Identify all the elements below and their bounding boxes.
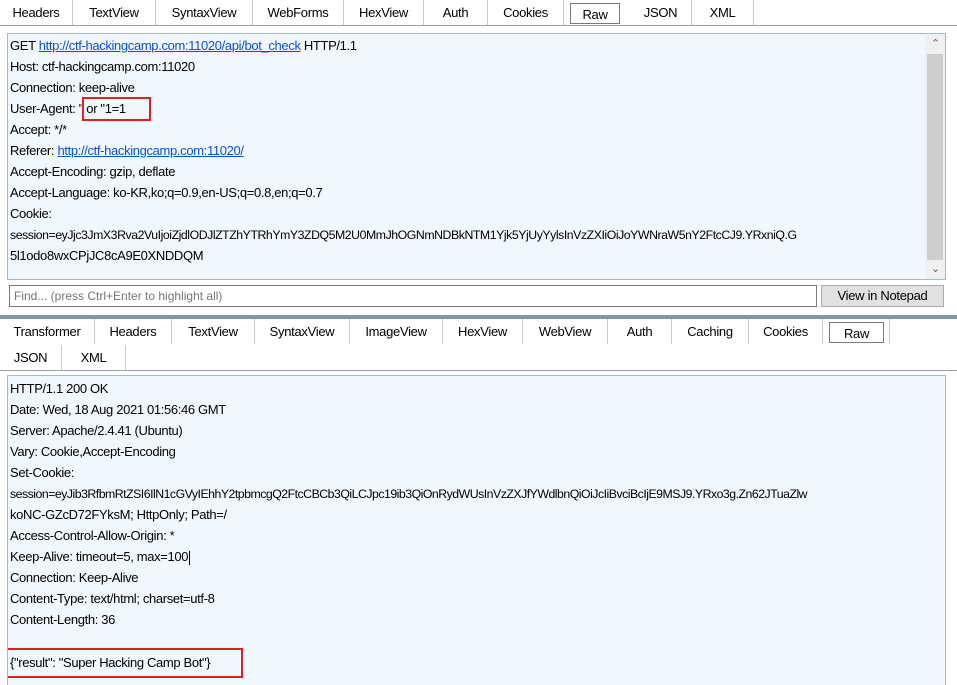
- response-body: {"result": "Super Hacking Camp Bot"}: [10, 655, 211, 670]
- request-line: GET http://ctf-hackingcamp.com:11020/api…: [10, 36, 357, 56]
- tab-request-json[interactable]: JSON: [630, 0, 692, 25]
- header-user-agent: User-Agent: " or "1=1: [10, 99, 126, 119]
- find-input[interactable]: [9, 285, 817, 307]
- referer-link[interactable]: http://ctf-hackingcamp.com:11020/: [57, 143, 244, 158]
- response-header-acao: Access-Control-Allow-Origin: *: [10, 528, 175, 543]
- response-tab-bar-row-1: Transformer Headers TextView SyntaxView …: [0, 319, 957, 345]
- tab-response-caching[interactable]: Caching: [672, 319, 749, 344]
- text-caret: [189, 550, 191, 565]
- tab-request-hexview[interactable]: HexView: [344, 0, 424, 25]
- tab-request-auth[interactable]: Auth: [424, 0, 488, 25]
- response-session-line-1: session=eyJib3RfbmRtZSI6IlN1cGVyIEhhY2tp…: [10, 487, 808, 501]
- keep-alive-text: Keep-Alive: timeout=5, max=100: [10, 549, 189, 564]
- tab-response-textview[interactable]: TextView: [172, 319, 255, 344]
- header-host: Host: ctf-hackingcamp.com:11020: [10, 59, 195, 74]
- tab-request-syntaxview[interactable]: SyntaxView: [156, 0, 253, 25]
- tab-request-xml[interactable]: XML: [692, 0, 754, 25]
- tab-response-spacer: [884, 319, 890, 344]
- tab-response-imageview[interactable]: ImageView: [350, 319, 443, 344]
- header-connection: Connection: keep-alive: [10, 80, 135, 95]
- response-session-line-2: koNC-GZcD72FYksM; HttpOnly; Path=/: [10, 507, 227, 522]
- response-header-connection: Connection: Keep-Alive: [10, 570, 139, 585]
- tab-request-headers[interactable]: Headers: [0, 0, 73, 25]
- scroll-down-icon[interactable]: ⌄: [927, 261, 944, 278]
- header-cookie: Cookie:: [10, 206, 52, 221]
- response-header-server: Server: Apache/2.4.41 (Ubuntu): [10, 423, 183, 438]
- request-method: GET: [10, 38, 36, 53]
- tab-request-textview[interactable]: TextView: [73, 0, 156, 25]
- response-header-content-type: Content-Type: text/html; charset=utf-8: [10, 591, 215, 606]
- response-header-vary: Vary: Cookie,Accept-Encoding: [10, 444, 176, 459]
- tab-request-raw[interactable]: Raw: [570, 3, 620, 24]
- cookie-session-line-2: 5l1odo8wxCPjJC8cA9E0XNDDQM: [10, 248, 204, 263]
- request-raw-pane[interactable]: GET http://ctf-hackingcamp.com:11020/api…: [7, 33, 946, 280]
- response-header-set-cookie: Set-Cookie:: [10, 465, 75, 480]
- tab-response-json[interactable]: JSON: [0, 345, 62, 370]
- response-header-content-length: Content-Length: 36: [10, 612, 116, 627]
- request-url-link[interactable]: http://ctf-hackingcamp.com:11020/api/bot…: [39, 38, 301, 53]
- response-status-line: HTTP/1.1 200 OK: [10, 381, 109, 396]
- tab-request-webforms[interactable]: WebForms: [253, 0, 344, 25]
- tab-response-syntaxview[interactable]: SyntaxView: [255, 319, 350, 344]
- header-accept-encoding: Accept-Encoding: gzip, deflate: [10, 164, 176, 179]
- request-scrollbar[interactable]: ⌃ ⌄: [925, 34, 945, 279]
- response-header-date: Date: Wed, 18 Aug 2021 01:56:46 GMT: [10, 402, 226, 417]
- request-protocol: HTTP/1.1: [303, 38, 357, 53]
- header-accept: Accept: */*: [10, 122, 67, 137]
- header-accept-language: Accept-Language: ko-KR,ko;q=0.9,en-US;q=…: [10, 185, 323, 200]
- header-referer: Referer: http://ctf-hackingcamp.com:1102…: [10, 141, 244, 161]
- tab-response-hexview[interactable]: HexView: [443, 319, 523, 344]
- scroll-thumb[interactable]: [927, 54, 943, 260]
- user-agent-key: User-Agent:: [10, 101, 76, 116]
- tab-response-auth[interactable]: Auth: [608, 319, 672, 344]
- request-tab-bar: Headers TextView SyntaxView WebForms Hex…: [0, 0, 957, 26]
- view-in-notepad-button[interactable]: View in Notepad: [821, 285, 944, 307]
- scroll-up-icon[interactable]: ⌃: [927, 36, 944, 53]
- tab-response-raw[interactable]: Raw: [829, 322, 884, 343]
- tab-response-xml[interactable]: XML: [62, 345, 126, 370]
- user-agent-value: " or "1=1: [78, 101, 126, 116]
- response-tab-bar-row-2: JSON XML: [0, 345, 957, 371]
- cookie-session-line-1: session=eyJjc3JmX3Rva2VuIjoiZjdlODJlZTZh…: [10, 228, 797, 242]
- tab-request-cookies[interactable]: Cookies: [488, 0, 564, 25]
- tab-response-transformer[interactable]: Transformer: [0, 319, 95, 344]
- tab-response-cookies[interactable]: Cookies: [749, 319, 823, 344]
- response-raw-pane[interactable]: HTTP/1.1 200 OK Date: Wed, 18 Aug 2021 0…: [7, 375, 946, 685]
- referer-key: Referer:: [10, 143, 55, 158]
- response-header-keep-alive: Keep-Alive: timeout=5, max=100: [10, 547, 191, 567]
- tab-response-webview[interactable]: WebView: [523, 319, 608, 344]
- tab-response-headers[interactable]: Headers: [95, 319, 172, 344]
